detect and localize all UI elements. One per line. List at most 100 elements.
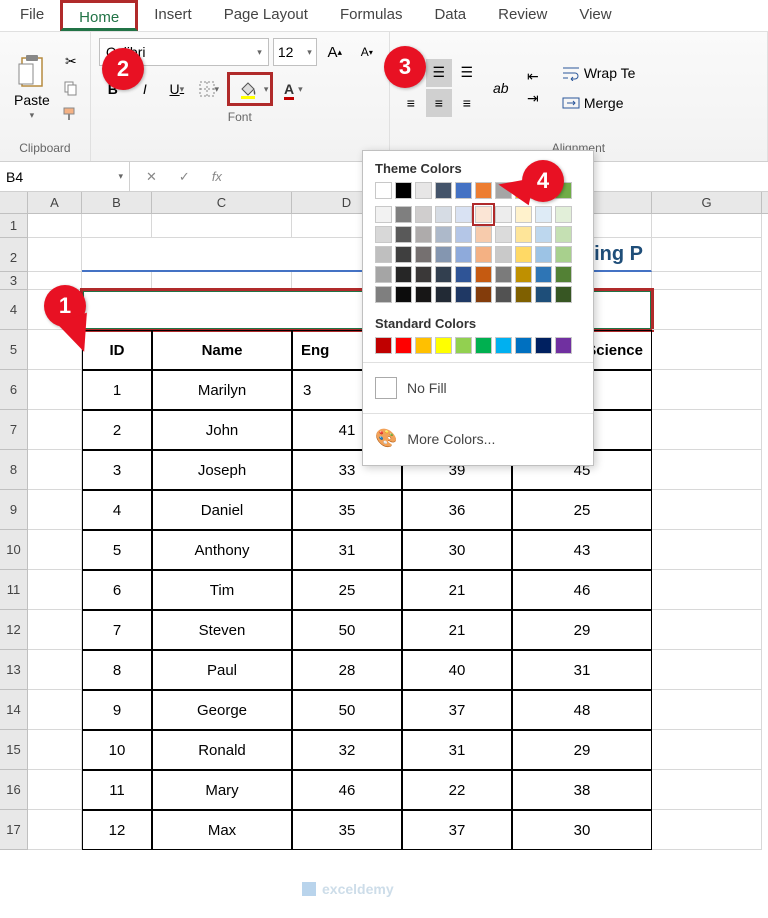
row-header[interactable]: 4	[0, 290, 28, 330]
name-box[interactable]: B4▾	[0, 162, 130, 191]
cell-c3[interactable]: 38	[512, 770, 652, 810]
cell[interactable]	[652, 650, 762, 690]
cell[interactable]	[652, 690, 762, 730]
row-header[interactable]: 10	[0, 530, 28, 570]
cell-id[interactable]: 4	[82, 490, 152, 530]
color-swatch[interactable]	[515, 286, 532, 303]
color-swatch[interactable]	[395, 266, 412, 283]
cell-c2[interactable]: 36	[402, 490, 512, 530]
row-header[interactable]: 9	[0, 490, 28, 530]
no-fill-button[interactable]: No Fill	[375, 371, 581, 405]
color-swatch[interactable]	[375, 266, 392, 283]
color-swatch[interactable]	[375, 246, 392, 263]
cell[interactable]	[652, 770, 762, 810]
color-swatch[interactable]	[495, 337, 512, 354]
color-swatch[interactable]	[455, 182, 472, 199]
color-swatch[interactable]	[495, 206, 512, 223]
cell-name[interactable]: Ronald	[152, 730, 292, 770]
color-swatch[interactable]	[435, 266, 452, 283]
align-left-button[interactable]: ≡	[398, 89, 424, 117]
cell-c2[interactable]: 31	[402, 730, 512, 770]
color-swatch[interactable]	[455, 337, 472, 354]
color-swatch[interactable]	[475, 246, 492, 263]
select-all-corner[interactable]	[0, 192, 28, 213]
row-header[interactable]: 15	[0, 730, 28, 770]
tab-data[interactable]: Data	[418, 0, 482, 31]
cell[interactable]	[28, 370, 82, 410]
cell-name[interactable]: Daniel	[152, 490, 292, 530]
tab-view[interactable]: View	[563, 0, 627, 31]
color-swatch[interactable]	[415, 286, 432, 303]
tab-insert[interactable]: Insert	[138, 0, 208, 31]
color-swatch[interactable]	[435, 206, 452, 223]
cell-c2[interactable]: 22	[402, 770, 512, 810]
color-swatch[interactable]	[475, 286, 492, 303]
copy-button[interactable]	[60, 78, 82, 98]
cell[interactable]	[652, 238, 762, 272]
cell-name[interactable]: George	[152, 690, 292, 730]
cell[interactable]	[652, 610, 762, 650]
font-color-button[interactable]: A ▾	[277, 75, 309, 103]
color-swatch[interactable]	[375, 226, 392, 243]
cell-c2[interactable]: 21	[402, 610, 512, 650]
cell-c1[interactable]: 31	[292, 530, 402, 570]
cell-name[interactable]: Paul	[152, 650, 292, 690]
cell[interactable]	[28, 450, 82, 490]
cell-name[interactable]: Marilyn	[152, 370, 292, 410]
cell-c3[interactable]: 29	[512, 730, 652, 770]
row-header[interactable]: 3	[0, 272, 28, 290]
increase-font-button[interactable]: A▴	[321, 38, 349, 66]
color-swatch[interactable]	[455, 226, 472, 243]
color-swatch[interactable]	[535, 266, 552, 283]
cell[interactable]	[652, 290, 762, 330]
tab-page-layout[interactable]: Page Layout	[208, 0, 324, 31]
color-swatch[interactable]	[555, 337, 572, 354]
cell[interactable]	[28, 730, 82, 770]
cell-id[interactable]: 1	[82, 370, 152, 410]
enter-button[interactable]: ✓	[173, 169, 196, 185]
decrease-font-button[interactable]: A▾	[353, 38, 381, 66]
row-header[interactable]: 16	[0, 770, 28, 810]
color-swatch[interactable]	[535, 206, 552, 223]
color-swatch[interactable]	[555, 206, 572, 223]
cell[interactable]	[652, 214, 762, 238]
color-swatch[interactable]	[415, 337, 432, 354]
color-swatch[interactable]	[495, 266, 512, 283]
cell[interactable]	[28, 530, 82, 570]
color-swatch[interactable]	[515, 206, 532, 223]
cell[interactable]	[28, 410, 82, 450]
cell[interactable]	[652, 330, 762, 370]
cell[interactable]	[82, 214, 152, 238]
cancel-button[interactable]: ✕	[140, 169, 163, 185]
color-swatch[interactable]	[535, 286, 552, 303]
color-swatch[interactable]	[395, 246, 412, 263]
row-header[interactable]: 2	[0, 238, 28, 272]
cell[interactable]	[28, 610, 82, 650]
cell-c3[interactable]: 48	[512, 690, 652, 730]
cell[interactable]	[652, 530, 762, 570]
color-swatch[interactable]	[555, 226, 572, 243]
orientation-button[interactable]: ab	[490, 78, 512, 98]
fx-button[interactable]: fx	[206, 169, 228, 184]
fill-color-button[interactable]	[232, 75, 264, 103]
cell-c3[interactable]: 43	[512, 530, 652, 570]
color-swatch[interactable]	[455, 206, 472, 223]
font-size-select[interactable]: 12▾	[273, 38, 317, 66]
more-colors-button[interactable]: 🎨 More Colors...	[375, 422, 581, 455]
cell[interactable]	[28, 570, 82, 610]
cell-id[interactable]: 7	[82, 610, 152, 650]
cell-name[interactable]: John	[152, 410, 292, 450]
cell-c1[interactable]: 50	[292, 690, 402, 730]
cell-name[interactable]: Joseph	[152, 450, 292, 490]
cell[interactable]	[28, 650, 82, 690]
cell[interactable]	[652, 490, 762, 530]
color-swatch[interactable]	[435, 246, 452, 263]
cell-c1[interactable]: 25	[292, 570, 402, 610]
cell-c2[interactable]: 37	[402, 810, 512, 850]
cut-button[interactable]: ✂	[60, 52, 82, 72]
color-swatch[interactable]	[515, 226, 532, 243]
color-swatch[interactable]	[415, 182, 432, 199]
cell[interactable]	[652, 410, 762, 450]
row-header[interactable]: 7	[0, 410, 28, 450]
cell[interactable]	[652, 810, 762, 850]
